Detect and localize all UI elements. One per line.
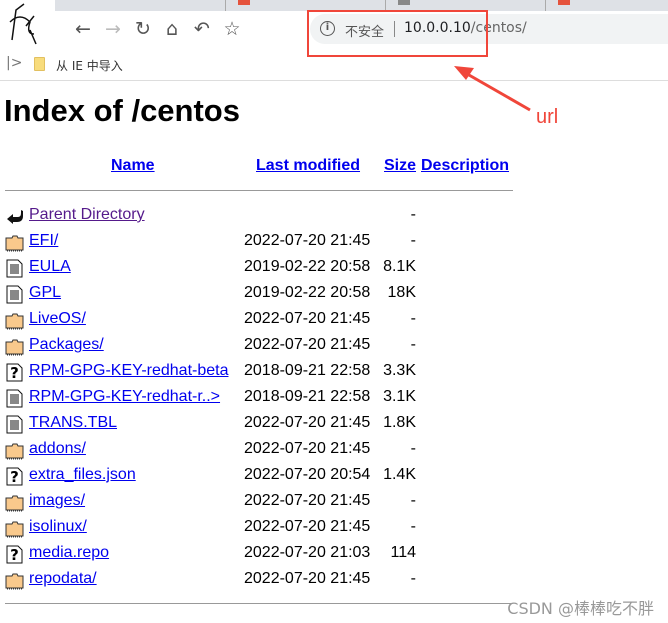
annotation-arrow — [454, 66, 531, 112]
watermark: CSDN @棒棒吃不胖 — [507, 599, 654, 618]
annotation-label: url — [536, 106, 559, 128]
